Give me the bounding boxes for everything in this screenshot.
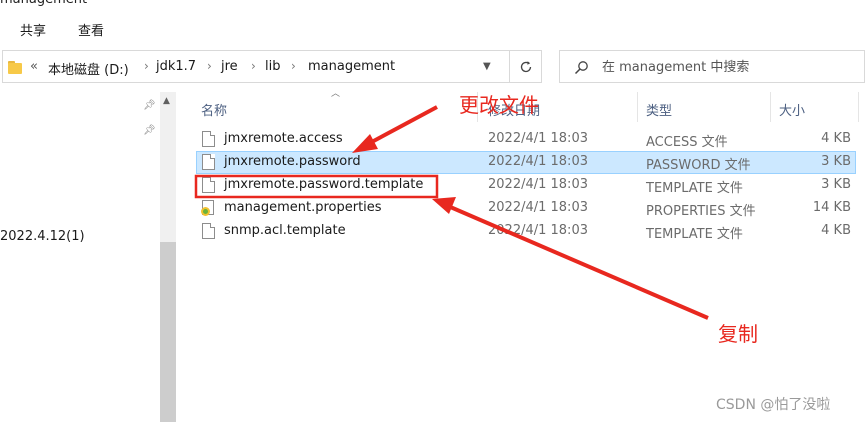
file-row[interactable]: management.properties 2022/4/1 18:03 PRO… xyxy=(196,197,856,220)
file-row[interactable]: jmxremote.password.template 2022/4/1 18:… xyxy=(196,174,856,197)
file-date: 2022/4/1 18:03 xyxy=(488,223,588,238)
file-date: 2022/4/1 18:03 xyxy=(488,154,588,169)
file-name: jmxremote.password xyxy=(224,154,361,169)
file-size: 14 KB xyxy=(812,200,851,215)
file-date: 2022/4/1 18:03 xyxy=(488,177,588,192)
tab-view[interactable]: 查看 xyxy=(78,20,104,39)
sort-ascending-icon: ︿ xyxy=(331,89,341,99)
file-row[interactable]: snmp.acl.template 2022/4/1 18:03 TEMPLAT… xyxy=(196,220,856,243)
breadcrumb-separator-icon[interactable]: › xyxy=(207,59,212,73)
file-size: 4 KB xyxy=(821,131,851,146)
file-icon xyxy=(202,177,215,193)
file-row-selected[interactable]: jmxremote.password 2022/4/1 18:03 PASSWO… xyxy=(196,151,856,174)
file-row[interactable]: jmxremote.access 2022/4/1 18:03 ACCESS 文… xyxy=(196,128,856,151)
folder-icon xyxy=(8,61,22,74)
nav-scrollbar[interactable]: ▲ xyxy=(160,92,176,422)
file-type: PASSWORD 文件 xyxy=(646,158,751,173)
search-icon xyxy=(574,61,588,75)
refresh-button[interactable] xyxy=(510,50,542,83)
address-row: « 本地磁盘 (D:) › jdk1.7 › jre › lib › manag… xyxy=(0,50,865,84)
file-date: 2022/4/1 18:03 xyxy=(488,200,588,215)
file-icon xyxy=(202,154,215,170)
column-type[interactable]: 类型 xyxy=(646,100,672,119)
annotation-rename: 更改文件 xyxy=(459,93,539,117)
breadcrumb-lib[interactable]: lib xyxy=(265,59,280,74)
search-box[interactable] xyxy=(559,50,865,83)
breadcrumb-jdk[interactable]: jdk1.7 xyxy=(156,59,196,74)
search-input[interactable] xyxy=(602,58,852,76)
column-name[interactable]: 名称 xyxy=(201,100,227,119)
file-name: jmxremote.password.template xyxy=(224,177,424,192)
file-size: 3 KB xyxy=(821,177,851,192)
tab-share[interactable]: 共享 xyxy=(20,20,46,39)
breadcrumb-jre[interactable]: jre xyxy=(221,59,238,74)
file-type: TEMPLATE 文件 xyxy=(646,227,743,242)
file-size: 3 KB xyxy=(821,154,851,169)
file-type: PROPERTIES 文件 xyxy=(646,204,756,219)
column-divider[interactable] xyxy=(637,92,638,122)
ribbon-tabs: 共享 查看 xyxy=(0,14,865,44)
file-icon xyxy=(202,223,215,239)
breadcrumb-separator-icon[interactable]: › xyxy=(291,59,296,73)
breadcrumb-separator-icon[interactable]: › xyxy=(144,59,149,73)
watermark: CSDN @怕了没啦 xyxy=(716,397,831,413)
breadcrumb-drive[interactable]: 本地磁盘 (D:) xyxy=(48,59,129,78)
file-type: TEMPLATE 文件 xyxy=(646,181,743,196)
nav-item[interactable]: 2022.4.12(1) xyxy=(0,229,85,244)
file-name: jmxremote.access xyxy=(224,131,343,146)
annotation-copy: 复制 xyxy=(718,322,758,346)
file-icon xyxy=(202,131,215,147)
file-name: management.properties xyxy=(224,200,382,215)
address-bar[interactable]: « 本地磁盘 (D:) › jdk1.7 › jre › lib › manag… xyxy=(2,50,510,83)
navigation-pane: 📌︎ 📌︎ 2022.4.12(1) xyxy=(0,92,160,422)
file-name: snmp.acl.template xyxy=(224,223,346,238)
column-divider[interactable] xyxy=(770,92,771,122)
column-size[interactable]: 大小 xyxy=(779,100,805,119)
properties-file-icon xyxy=(201,200,215,216)
chevron-down-icon[interactable]: ▼ xyxy=(483,61,495,73)
column-divider[interactable] xyxy=(858,92,859,122)
scrollbar-thumb[interactable] xyxy=(160,242,176,422)
scroll-up-icon[interactable]: ▲ xyxy=(163,96,170,106)
file-date: 2022/4/1 18:03 xyxy=(488,131,588,146)
refresh-icon xyxy=(520,61,532,73)
window-title: management xyxy=(0,0,87,7)
pin-icon[interactable]: 📌︎ xyxy=(143,100,156,112)
file-size: 4 KB xyxy=(821,223,851,238)
breadcrumb-management[interactable]: management xyxy=(308,59,395,74)
overflow-chevron-icon[interactable]: « xyxy=(30,59,38,74)
pin-icon[interactable]: 📌︎ xyxy=(143,125,156,137)
breadcrumb-separator-icon[interactable]: › xyxy=(251,59,256,73)
file-type: ACCESS 文件 xyxy=(646,135,728,150)
